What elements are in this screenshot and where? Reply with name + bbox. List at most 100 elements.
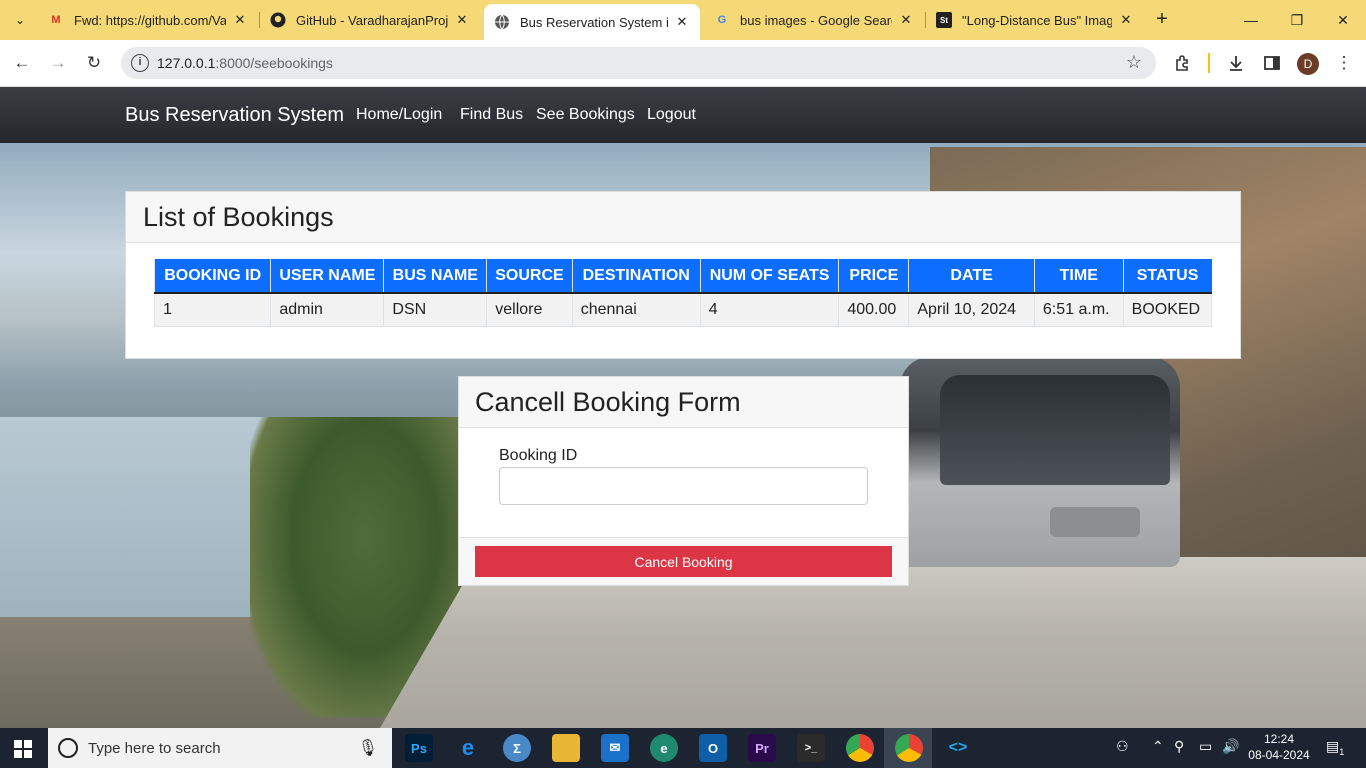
cancel-booking-button[interactable]: Cancel Booking: [475, 546, 892, 577]
page-viewport: Bus Reservation System Home/Login Find B…: [0, 87, 1366, 728]
search-icon: [58, 738, 78, 758]
volume-icon[interactable]: 🔊: [1222, 738, 1239, 755]
url-path: :8000/seebookings: [215, 55, 333, 71]
cell-status: BOOKED: [1122, 292, 1213, 327]
nav-link-see-bookings[interactable]: See Bookings: [536, 106, 635, 124]
column-header: USER NAME: [270, 259, 384, 294]
github-icon: [270, 12, 286, 28]
background-bus-image: [900, 357, 1180, 567]
booking-id-input[interactable]: [499, 467, 868, 505]
photoshop-icon[interactable]: Ps: [405, 734, 433, 762]
premiere-icon[interactable]: Pr: [748, 734, 776, 762]
column-header: STATUS: [1122, 259, 1212, 294]
close-window-button[interactable]: ✕: [1320, 0, 1366, 40]
tab-search-icon[interactable]: ⌄: [8, 8, 32, 32]
display-icon[interactable]: ▭: [1199, 738, 1212, 755]
column-header: BUS NAME: [383, 259, 487, 294]
tab-title: Fwd: https://github.com/Var: [74, 12, 226, 28]
gmail-icon: M: [51, 14, 61, 26]
download-icon[interactable]: [1223, 50, 1249, 76]
column-header: DATE: [908, 259, 1035, 294]
tab-title: Bus Reservation System in D: [520, 14, 668, 30]
cell-destination: chennai: [571, 292, 701, 327]
side-panel-icon[interactable]: [1259, 50, 1285, 76]
close-icon[interactable]: ✕: [232, 12, 248, 28]
column-header: SOURCE: [486, 259, 573, 294]
cell-booking-id: 1: [153, 292, 272, 327]
url-host: 127.0.0.1: [157, 55, 216, 71]
bookings-card: List of Bookings BOOKING ID USER NAME BU…: [125, 191, 1241, 359]
tab-title: bus images - Google Search: [740, 12, 892, 28]
sigma-app-icon[interactable]: Σ: [503, 734, 531, 762]
windows-start-icon[interactable]: [14, 740, 32, 758]
back-icon[interactable]: ←: [9, 50, 35, 76]
bookings-card-header: List of Bookings: [126, 192, 1240, 243]
toolbar-divider: [1208, 53, 1210, 73]
close-icon[interactable]: ✕: [1118, 12, 1134, 28]
chrome-icon[interactable]: [846, 734, 874, 762]
vscode-icon[interactable]: <>: [944, 734, 972, 762]
cancel-card-header: Cancell Booking Form: [459, 377, 908, 428]
nav-link-home-login[interactable]: Home/Login: [356, 106, 442, 124]
table-row: 1 admin DSN vellore chennai 4 400.00 Apr…: [153, 292, 1213, 327]
forward-icon[interactable]: →: [45, 50, 71, 76]
tab-title: GitHub - VaradharajanProjec: [296, 12, 448, 28]
tab-title: "Long-Distance Bus" Images: [962, 12, 1112, 28]
clock-time: 12:24: [1263, 732, 1295, 746]
url-text[interactable]: 127.0.0.1:8000/seebookings: [157, 55, 333, 71]
nav-link-logout[interactable]: Logout: [647, 106, 696, 124]
taskbar-search-box[interactable]: Type here to search 🎙: [48, 728, 392, 768]
search-placeholder: Type here to search: [88, 740, 221, 757]
profile-avatar[interactable]: D: [1297, 53, 1319, 75]
people-icon[interactable]: ⚇: [1116, 738, 1129, 755]
close-icon[interactable]: ✕: [454, 12, 470, 28]
edge-icon[interactable]: e: [650, 734, 678, 762]
reload-icon[interactable]: ↻: [81, 50, 107, 76]
cell-user-name: admin: [270, 292, 385, 327]
bus-windshield: [940, 375, 1170, 485]
close-icon[interactable]: ✕: [898, 12, 914, 28]
cell-price: 400.00: [838, 292, 910, 327]
chevron-up-icon[interactable]: ⌃: [1152, 738, 1164, 755]
cancel-form-title: Cancell Booking Form: [475, 387, 741, 417]
tab-google-search[interactable]: G bus images - Google Search ✕: [704, 0, 924, 40]
tab-gmail[interactable]: M Fwd: https://github.com/Var ✕: [38, 0, 258, 40]
notification-icon[interactable]: ▤1: [1326, 738, 1344, 757]
column-header: DESTINATION: [571, 259, 701, 294]
cell-num-seats: 4: [699, 292, 840, 327]
extensions-icon[interactable]: [1170, 50, 1196, 76]
site-brand[interactable]: Bus Reservation System: [125, 104, 344, 127]
minimize-button[interactable]: —: [1228, 0, 1274, 40]
booking-id-label: Booking ID: [499, 447, 578, 464]
cell-source: vellore: [486, 292, 573, 327]
globe-icon: [494, 14, 510, 30]
bookings-table: BOOKING ID USER NAME BUS NAME SOURCE DES…: [153, 259, 1213, 327]
tab-long-distance-bus[interactable]: St "Long-Distance Bus" Images ✕: [926, 0, 1144, 40]
site-info-icon[interactable]: i: [131, 54, 149, 72]
tab-github[interactable]: GitHub - VaradharajanProjec ✕: [260, 0, 480, 40]
edge-legacy-icon[interactable]: e: [454, 734, 482, 762]
tab-bus-reservation[interactable]: Bus Reservation System in D ✕: [484, 4, 700, 40]
new-tab-button[interactable]: +: [1150, 8, 1174, 32]
terminal-icon[interactable]: >_: [797, 734, 825, 762]
windows-taskbar: Type here to search 🎙 Ps e Σ ✉ e O Pr >_…: [0, 728, 1366, 768]
outlook-icon[interactable]: O: [699, 734, 727, 762]
column-header: NUM OF SEATS: [699, 259, 839, 294]
close-icon[interactable]: ✕: [674, 14, 690, 30]
mail-icon[interactable]: ✉: [601, 734, 629, 762]
google-icon: G: [717, 14, 727, 26]
taskbar-clock[interactable]: 12:24 08-04-2024: [1248, 731, 1310, 763]
bookmark-star-icon[interactable]: ☆: [1126, 52, 1142, 73]
nav-link-find-bus[interactable]: Find Bus: [460, 106, 523, 124]
chrome-profile-icon[interactable]: [895, 734, 923, 762]
restore-button[interactable]: ❐: [1274, 0, 1320, 40]
cell-time: 6:51 a.m.: [1033, 292, 1124, 327]
cell-date: April 10, 2024: [908, 292, 1035, 327]
column-header: PRICE: [838, 259, 909, 294]
cancel-booking-card: Cancell Booking Form Booking ID Cancel B…: [458, 376, 909, 586]
address-bar[interactable]: i 127.0.0.1:8000/seebookings ☆: [121, 47, 1156, 79]
microphone-icon[interactable]: 🎙: [358, 738, 378, 758]
menu-dots-icon[interactable]: ⋮: [1331, 50, 1357, 76]
file-explorer-icon[interactable]: [552, 734, 580, 762]
network-icon[interactable]: ⚲: [1174, 738, 1184, 755]
